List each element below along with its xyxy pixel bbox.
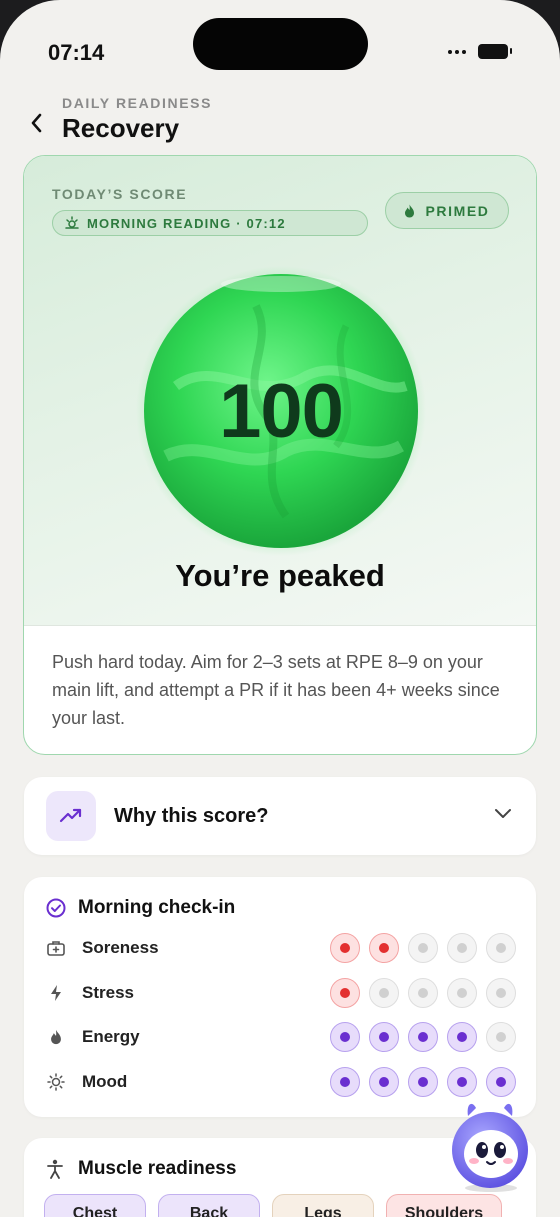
morning-reading-text: MORNING READING · 07:12 [87, 215, 286, 231]
flame-icon [405, 204, 415, 217]
person-icon [47, 1159, 63, 1179]
why-this-score-card[interactable]: Why this score? [24, 777, 536, 855]
signal-dots-icon [448, 49, 466, 54]
morning-checkin-card: Morning check-in Soreness Stress Energy Moo… [24, 877, 536, 1117]
score-headline: You’re peaked [175, 558, 385, 593]
sun-icon [46, 1072, 66, 1091]
primed-badge-text: PRIMED [425, 202, 490, 219]
rating-dot[interactable] [486, 977, 516, 1008]
nav-header: DAILY READINESS Recovery [24, 95, 212, 144]
chevron-left-icon [31, 113, 42, 133]
rating-dot[interactable] [369, 1022, 399, 1052]
screen: 07:14 DAILY READINESS Recovery TODAY’S S… [0, 0, 560, 1217]
back-button[interactable] [24, 103, 48, 143]
checkin-label: Stress [82, 982, 134, 1002]
muscle-chip-shoulders[interactable]: Shoulders [386, 1194, 502, 1217]
score-card-hero: TODAY’S SCORE MORNING READING · 07:12 PR… [24, 156, 536, 626]
check-circle-icon [46, 898, 66, 918]
status-time: 07:14 [48, 40, 105, 65]
bolt-icon [46, 984, 66, 1002]
flame-icon [46, 1029, 66, 1045]
muscle-chip-back[interactable]: Back [158, 1194, 260, 1217]
mascot-icon [452, 1103, 528, 1188]
why-icon-tile [46, 791, 96, 841]
status-indicators [448, 44, 512, 59]
muscle-chip-legs[interactable]: Legs [272, 1194, 374, 1217]
muscle-chip-chest[interactable]: Chest [44, 1194, 146, 1217]
muscle-chip-row: Chest Back Legs Shoulders [44, 1194, 502, 1217]
checkin-label: Mood [82, 1071, 128, 1091]
rating-dot[interactable] [447, 1066, 477, 1097]
rating-dot[interactable] [447, 1022, 477, 1052]
rating-dot[interactable] [408, 1022, 438, 1052]
rating-dot[interactable] [330, 1022, 360, 1052]
rating-dot[interactable] [486, 1022, 516, 1052]
score-orb: 100 [136, 266, 426, 556]
rating-dot[interactable] [408, 1066, 438, 1097]
battery-icon [478, 44, 512, 59]
checkin-row-stress: Stress [46, 976, 516, 1010]
checkin-row-soreness: Soreness [46, 931, 516, 965]
muscle-header: Muscle readiness [46, 1158, 236, 1180]
rating-dot[interactable] [447, 977, 477, 1008]
score-value: 100 [219, 368, 344, 454]
rating-dots [330, 1066, 516, 1097]
morning-reading-pill: MORNING READING · 07:12 [52, 210, 368, 236]
rating-dot[interactable] [330, 933, 360, 963]
score-label: TODAY’S SCORE [52, 186, 188, 202]
rating-dot[interactable] [408, 977, 438, 1008]
trend-up-icon [59, 808, 82, 823]
muscle-title: Muscle readiness [78, 1158, 237, 1179]
primed-badge: PRIMED [385, 192, 509, 229]
sunrise-icon [65, 216, 79, 229]
rating-dot[interactable] [486, 1066, 516, 1097]
rating-dot[interactable] [369, 933, 399, 963]
rating-dot[interactable] [369, 977, 399, 1008]
checkin-row-energy: Energy [46, 1020, 516, 1054]
rating-dot[interactable] [447, 933, 477, 963]
rating-dots [330, 977, 516, 1008]
chevron-down-icon[interactable] [494, 807, 512, 825]
checkin-title: Morning check-in [78, 897, 236, 918]
rating-dot[interactable] [330, 977, 360, 1008]
score-advice: Push hard today. Aim for 2–3 sets at RPE… [52, 652, 500, 728]
why-this-score-title: Why this score? [114, 805, 269, 827]
rating-dots [330, 933, 516, 963]
score-card: TODAY’S SCORE MORNING READING · 07:12 PR… [23, 155, 537, 755]
rating-dot[interactable] [369, 1066, 399, 1097]
page-eyebrow: DAILY READINESS [62, 95, 213, 111]
checkin-header: Morning check-in [46, 897, 235, 919]
checkin-row-mood: Mood [46, 1065, 516, 1099]
rating-dot[interactable] [408, 933, 438, 963]
first-aid-icon [46, 940, 66, 956]
checkin-label: Soreness [82, 938, 159, 957]
page-title: Recovery [62, 113, 180, 143]
rating-dots [330, 1022, 516, 1052]
dynamic-island [193, 18, 368, 70]
checkin-label: Energy [82, 1027, 140, 1046]
rating-dot[interactable] [486, 933, 516, 963]
phone-frame: 07:14 DAILY READINESS Recovery TODAY’S S… [0, 0, 560, 1217]
rating-dot[interactable] [330, 1066, 360, 1097]
mascot-assistant-button[interactable] [448, 1098, 532, 1194]
